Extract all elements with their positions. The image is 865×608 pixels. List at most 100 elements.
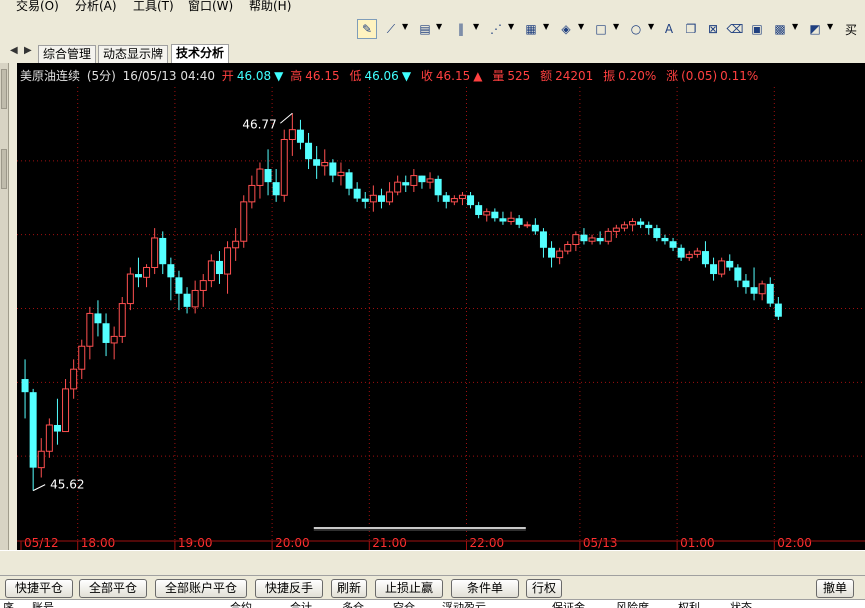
candle-body xyxy=(240,201,248,242)
splitter-handle[interactable] xyxy=(1,149,7,189)
min-price-label: 45.62 xyxy=(50,478,84,492)
chevron-down-icon[interactable]: ▼ xyxy=(578,22,584,31)
candle-body xyxy=(296,129,304,143)
properties-icon[interactable]: ▣ xyxy=(747,19,767,39)
chevron-down-icon[interactable]: ▼ xyxy=(436,22,442,31)
candle-body xyxy=(305,142,313,160)
time-axis-label: 22:00 xyxy=(470,536,505,550)
candle-body xyxy=(86,312,94,347)
chevron-down-icon[interactable]: ▼ xyxy=(792,22,798,31)
low-label: 低 xyxy=(349,69,362,83)
time-axis-label: 05/13 xyxy=(583,536,618,550)
candle-body xyxy=(386,191,394,203)
candle-body xyxy=(337,171,345,177)
candle-body xyxy=(78,345,86,370)
buy-button[interactable]: 买 xyxy=(841,19,861,39)
eraser-icon[interactable]: ⌫ xyxy=(725,19,745,39)
candle-body xyxy=(134,274,142,278)
text-box-icon[interactable]: ▤ xyxy=(415,19,435,39)
tab-overview[interactable]: 综合管理 xyxy=(38,45,97,63)
pencil-draw-icon[interactable]: ✎ xyxy=(357,19,377,39)
candle-body xyxy=(539,231,547,248)
menu-trade[interactable]: 交易(O) xyxy=(16,0,59,14)
max-price-label: 46.77 xyxy=(242,117,276,131)
quick-reverse-button[interactable]: 快捷反手 xyxy=(255,579,323,598)
text-tool-icon[interactable]: A xyxy=(659,19,679,39)
candle-body xyxy=(718,260,726,275)
candle-body xyxy=(693,250,701,255)
candle-body xyxy=(126,273,134,305)
candle-body xyxy=(167,264,175,278)
menu-analysis[interactable]: 分析(A) xyxy=(75,0,117,14)
chevron-down-icon[interactable]: ▼ xyxy=(473,22,479,31)
candle-body xyxy=(264,169,272,183)
left-splitter[interactable] xyxy=(0,63,9,550)
delete-objects-icon[interactable]: ⊠ xyxy=(703,19,723,39)
candle-body xyxy=(361,198,369,202)
instrument-name: 美原油连续 xyxy=(20,69,81,83)
candlestick-chart[interactable]: 05/12 18:00 19:00 20:00 21:00 22:00 05/13 01:00… xyxy=(17,63,865,550)
open-value: 46.08 xyxy=(236,69,272,83)
copy-objects-icon[interactable]: ❐ xyxy=(681,19,701,39)
quick-close-button[interactable]: 快捷平仓 xyxy=(5,579,73,598)
tab-scroll-left-icon[interactable]: ◀ xyxy=(10,45,18,56)
candle-body xyxy=(475,205,483,215)
stop-loss-profit-button[interactable]: 止损止赢 xyxy=(375,579,443,598)
rectangle-icon[interactable]: □ xyxy=(591,19,611,39)
order-button-bar: 快捷平仓 全部平仓 全部账户平仓 快捷反手 刷新 止损止赢 条件单 行权 撤单 xyxy=(0,575,865,600)
candle-body xyxy=(685,253,693,259)
channel-icon[interactable]: ▦ xyxy=(521,19,541,39)
change-label: 涨 xyxy=(666,69,679,83)
chevron-down-icon[interactable]: ▼ xyxy=(543,22,549,31)
menu-help[interactable]: 帮助(H) xyxy=(249,0,291,14)
color-palette-icon[interactable]: ▩ xyxy=(770,19,790,39)
candle-body xyxy=(580,234,588,242)
exercise-button[interactable]: 行权 xyxy=(526,579,562,598)
fan-lines-icon[interactable]: ⋰ xyxy=(486,19,506,39)
chevron-down-icon[interactable]: ▼ xyxy=(508,22,514,31)
candle-body xyxy=(507,217,515,223)
candle-body xyxy=(272,182,280,196)
menu-bar: 交易(O) 分析(A) 工具(T) 窗口(W) 帮助(H) xyxy=(0,0,865,14)
candle-body xyxy=(159,237,167,265)
ellipse-icon[interactable]: ○ xyxy=(626,19,646,39)
chevron-down-icon[interactable]: ▼ xyxy=(648,22,654,31)
candle-body xyxy=(491,211,499,219)
min-marker-line xyxy=(32,484,46,492)
chevron-down-icon[interactable]: ▼ xyxy=(613,22,619,31)
refresh-button[interactable]: 刷新 xyxy=(331,579,367,598)
close-all-accounts-button[interactable]: 全部账户平仓 xyxy=(155,579,247,598)
volume-value: 525 xyxy=(507,69,531,83)
close-all-button[interactable]: 全部平仓 xyxy=(79,579,147,598)
candle-body xyxy=(345,172,353,189)
kline-chart-panel[interactable]: 05/12 18:00 19:00 20:00 21:00 22:00 05/13 01:00… xyxy=(17,63,865,550)
candle-body xyxy=(207,260,215,282)
candle-body xyxy=(37,450,45,469)
trendline-icon[interactable]: ⟋ xyxy=(381,19,401,39)
chevron-down-icon[interactable]: ▼ xyxy=(827,22,833,31)
candle-body xyxy=(280,139,288,196)
tab-technical-analysis[interactable]: 技术分析 xyxy=(171,44,230,64)
candle-body xyxy=(701,251,709,265)
menu-tools[interactable]: 工具(T) xyxy=(133,0,174,14)
candle-body xyxy=(183,293,191,307)
candle-body xyxy=(620,224,628,229)
candle-body xyxy=(458,194,466,200)
chevron-down-icon[interactable]: ▼ xyxy=(402,22,408,31)
candle-body xyxy=(677,247,685,258)
max-marker-line xyxy=(280,112,293,124)
fibonacci-icon[interactable]: ◈ xyxy=(556,19,576,39)
conditional-order-button[interactable]: 条件单 xyxy=(451,579,519,598)
cancel-order-button[interactable]: 撤单 xyxy=(816,579,854,598)
candle-body xyxy=(45,424,53,452)
candle-body xyxy=(418,175,426,183)
time-axis-label: 05/12 xyxy=(24,536,59,550)
settings-icon[interactable]: ◩ xyxy=(805,19,825,39)
menu-window[interactable]: 窗口(W) xyxy=(188,0,233,14)
tab-scroll-right-icon[interactable]: ▶ xyxy=(24,45,32,56)
candle-body xyxy=(556,250,564,259)
splitter-handle[interactable] xyxy=(1,69,7,109)
candle-body xyxy=(612,227,620,232)
tab-dynamic-board[interactable]: 动态显示牌 xyxy=(98,45,169,63)
vertical-lines-icon[interactable]: ‖ xyxy=(451,19,471,39)
